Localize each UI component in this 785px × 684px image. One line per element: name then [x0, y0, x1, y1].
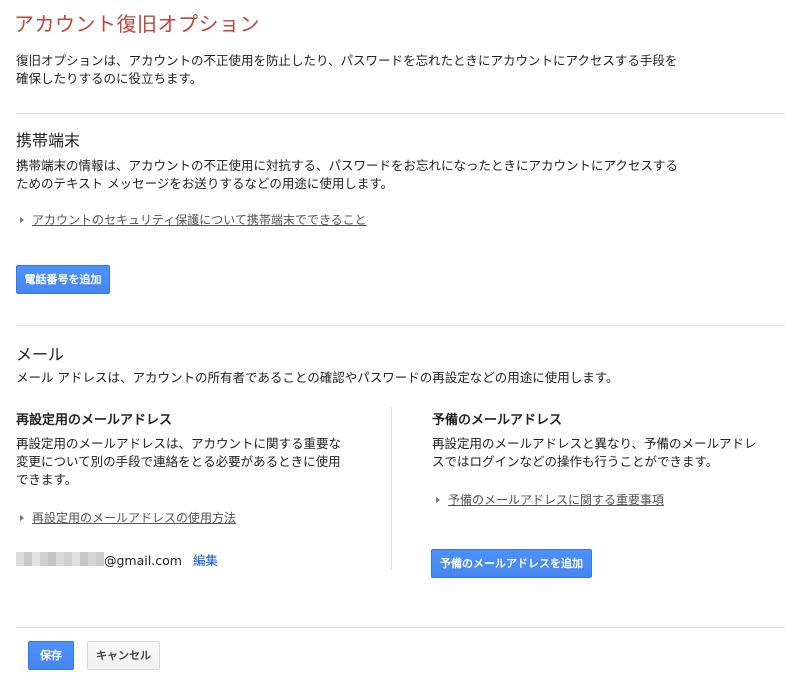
mobile-description: 携帯端末の情報は、アカウントの不正使用に対抗する、パスワードをお忘れになったとき… — [16, 157, 736, 193]
recovery-email-domain: @gmail.com — [104, 553, 182, 568]
expand-triangle-icon — [436, 497, 440, 503]
cancel-button[interactable]: キャンセル — [87, 641, 160, 670]
recovery-email-description-line: 変更について別の手段で連絡をとる必要があるときに使用 — [16, 454, 341, 469]
recovery-email-title: 再設定用のメールアドレス — [16, 413, 173, 428]
recovery-email-usage-link[interactable]: 再設定用のメールアドレスの使用方法 — [32, 511, 236, 525]
edit-recovery-email-link[interactable]: 編集 — [193, 550, 218, 569]
backup-email-link-row: 予備のメールアドレスに関する重要事項 — [436, 491, 664, 508]
page-intro-line: 復旧オプションは、アカウントの不正使用を防止したり、パスワードを忘れたときにアカ… — [16, 53, 678, 68]
masked-email-username — [16, 551, 104, 570]
divider — [16, 627, 785, 628]
mail-section-title: メール — [16, 345, 65, 364]
page-intro: 復旧オプションは、アカウントの不正使用を防止したり、パスワードを忘れたときにアカ… — [16, 52, 716, 88]
backup-email-title: 予備のメールアドレス — [432, 413, 563, 428]
add-phone-button[interactable]: 電話番号を追加 — [16, 265, 110, 294]
expand-triangle-icon — [20, 217, 24, 223]
add-backup-email-button[interactable]: 予備のメールアドレスを追加 — [431, 549, 592, 578]
recovery-email-row: @gmail.com — [16, 550, 182, 568]
expand-triangle-icon — [20, 515, 24, 521]
recovery-email-description-line: できます。 — [16, 472, 78, 487]
recovery-email-description-line: 再設定用のメールアドレスは、アカウントに関する重要な — [16, 436, 342, 451]
backup-email-description-line: 再設定用のメールアドレスと異なり、予備のメールアドレ — [432, 436, 757, 451]
mobile-section-title: 携帯端末 — [16, 131, 81, 150]
mobile-security-link-row: アカウントのセキュリティ保護について携帯端末でできること — [20, 211, 367, 228]
backup-email-description-line: スではログインなどの操作も行うことができます。 — [432, 454, 719, 469]
recovery-email-link-row: 再設定用のメールアドレスの使用方法 — [20, 509, 236, 526]
mobile-description-line: ためのテキスト メッセージをお送りするなどの用途に使用します。 — [16, 176, 394, 191]
recovery-email-description: 再設定用のメールアドレスは、アカウントに関する重要な 変更について別の手段で連絡… — [16, 435, 376, 489]
backup-email-description: 再設定用のメールアドレスと異なり、予備のメールアドレ スではログインなどの操作も… — [432, 435, 777, 471]
column-divider — [391, 407, 392, 570]
mail-description: メール アドレスは、アカウントの所有者であることの確認やパスワードの再設定などの… — [16, 370, 619, 385]
save-button[interactable]: 保存 — [28, 641, 74, 670]
backup-email-notes-link[interactable]: 予備のメールアドレスに関する重要事項 — [448, 493, 664, 507]
mobile-security-link[interactable]: アカウントのセキュリティ保護について携帯端末でできること — [32, 213, 367, 227]
page-title: アカウント復旧オプション — [14, 12, 260, 36]
divider — [16, 325, 785, 326]
divider — [16, 113, 785, 114]
page-intro-line: 確保したりするのに役立ちます。 — [16, 71, 203, 86]
mobile-description-line: 携帯端末の情報は、アカウントの不正使用に対抗する、パスワードをお忘れになったとき… — [16, 158, 678, 173]
